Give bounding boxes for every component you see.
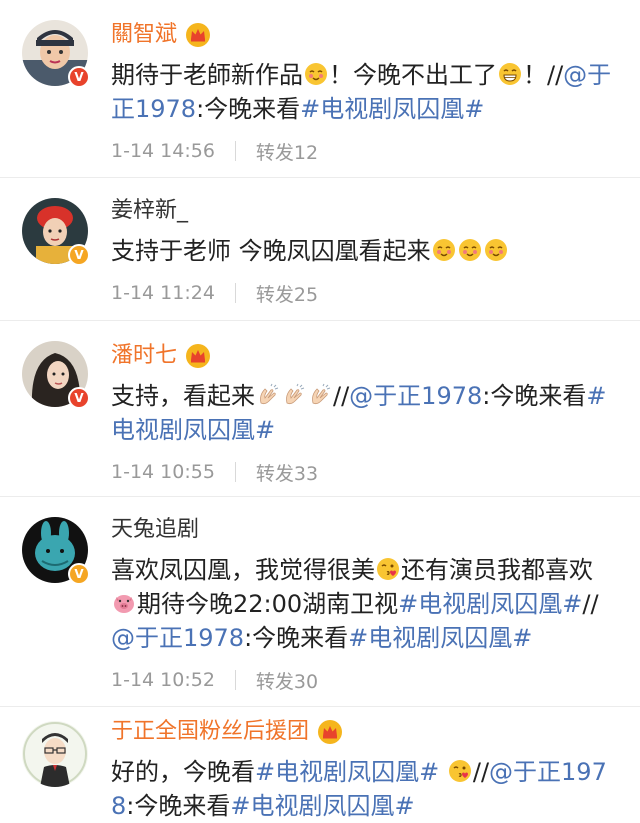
hashtag-link[interactable]: #电视剧凤囚凰# xyxy=(348,624,532,652)
comment-item[interactable]: 于正全国粉丝后援团 好的，今晚看#电视剧凤囚凰# //@于正1978:今晚来看#… xyxy=(0,707,640,821)
avatar[interactable]: V xyxy=(22,20,90,88)
verified-badge-icon: V xyxy=(68,66,90,88)
username[interactable]: 姜梓新_ xyxy=(111,196,188,226)
divider xyxy=(234,462,236,482)
content-text: // xyxy=(333,382,350,410)
content-text: ！// xyxy=(523,61,564,89)
repost-count[interactable]: 转发12 xyxy=(256,138,318,165)
repost-count[interactable]: 转发30 xyxy=(256,667,318,694)
content-text: 期待于老師新作品 xyxy=(111,61,303,89)
timestamp: 1-14 14:56 xyxy=(111,140,215,162)
blush-emoji-icon xyxy=(432,239,455,261)
repost-count[interactable]: 转发25 xyxy=(256,280,318,307)
username[interactable]: 潘时七 xyxy=(111,341,177,371)
hashtag-link[interactable]: #电视剧凤囚凰# xyxy=(230,792,414,820)
hashtag-link[interactable]: #电视剧凤囚凰# xyxy=(300,95,484,123)
comment-item[interactable]: V 潘时七 支持，看起来//@于正1978:今晚来看#电视剧凤囚凰# 1-14 … xyxy=(0,321,640,497)
comment-item[interactable]: V 關智斌 期待于老師新作品 ！今晚不出工了 ！//@于正1978:今晚来看#电视剧… xyxy=(0,0,640,178)
content-text: :今晚来看 xyxy=(244,624,349,652)
mention-link[interactable]: @于正1978 xyxy=(349,382,482,410)
comment-feed: V 關智斌 期待于老師新作品 ！今晚不出工了 ！//@于正1978:今晚来看#电视剧… xyxy=(0,0,640,821)
blush-emoji-icon xyxy=(484,239,507,261)
content-text: 支持，看起来 xyxy=(111,382,255,410)
content-text: 喜欢凤囚凰，我觉得很美 xyxy=(111,556,375,584)
comment-text: 喜欢凤囚凰，我觉得很美 还有演员我都喜欢期待今晚22:00湖南卫视#电视剧凤囚凰#… xyxy=(111,553,616,655)
username[interactable]: 于正全国粉丝后援团 xyxy=(111,717,309,747)
verified-badge-icon: V xyxy=(68,387,90,409)
pig-emoji-icon xyxy=(114,595,134,613)
clap-emoji-icon xyxy=(312,383,331,405)
content-text: 支持于老师 今晚凤囚凰看起来 xyxy=(111,237,431,265)
repost-count[interactable]: 转发33 xyxy=(256,459,318,486)
grin-emoji-icon xyxy=(499,63,521,85)
blush-emoji-icon xyxy=(305,63,327,85)
hashtag-link[interactable]: #电视剧凤囚凰# xyxy=(255,758,439,786)
timestamp: 1-14 10:52 xyxy=(111,669,215,691)
comment-item[interactable]: V 姜梓新_ 支持于老师 今晚凤囚凰看起来 1-14 11:24 转发25 xyxy=(0,178,640,321)
blush-emoji-icon xyxy=(458,239,481,261)
content-text: // xyxy=(582,590,599,618)
content-text: // xyxy=(472,758,490,786)
kiss-emoji-icon xyxy=(448,760,471,782)
comment-text: 好的，今晚看#电视剧凤囚凰# //@于正1978:今晚来看#电视剧凤囚凰# xyxy=(111,755,616,823)
clap-emoji-icon xyxy=(286,383,305,405)
content-text: ！今晚不出工了 xyxy=(329,61,497,89)
verified-badge-icon: V xyxy=(68,563,90,585)
avatar[interactable]: V xyxy=(22,341,90,409)
avatar[interactable]: V xyxy=(22,517,90,585)
comment-item[interactable]: V 天兔追剧 喜欢凤囚凰，我觉得很美 还有演员我都喜欢期待今晚22:00湖南卫视#… xyxy=(0,497,640,707)
cartoon-man-avatar-icon xyxy=(22,721,88,787)
content-text: 期待今晚22:00湖南卫视 xyxy=(137,590,399,618)
username[interactable]: 關智斌 xyxy=(111,20,177,50)
avatar[interactable]: V xyxy=(22,198,90,266)
hashtag-link[interactable]: #电视剧凤囚凰# xyxy=(398,590,582,618)
vip-crown-icon xyxy=(186,23,211,47)
verified-badge-icon: V xyxy=(68,244,90,266)
comment-text: 支持，看起来//@于正1978:今晚来看#电视剧凤囚凰# xyxy=(111,379,616,447)
divider xyxy=(234,141,236,161)
comment-text: 期待于老師新作品 ！今晚不出工了 ！//@于正1978:今晚来看#电视剧凤囚凰# xyxy=(111,58,616,126)
comment-text: 支持于老师 今晚凤囚凰看起来 xyxy=(111,234,616,268)
content-text: 好的，今晚看 xyxy=(111,758,255,786)
content-text xyxy=(439,758,447,786)
avatar[interactable] xyxy=(22,721,88,787)
timestamp: 1-14 11:24 xyxy=(111,282,215,304)
username[interactable]: 天兔追剧 xyxy=(111,515,199,545)
timestamp: 1-14 10:55 xyxy=(111,461,215,483)
divider xyxy=(234,283,236,303)
divider xyxy=(234,670,236,690)
content-text: 还有演员我都喜欢 xyxy=(401,556,593,584)
vip-crown-icon xyxy=(318,720,343,744)
mention-link[interactable]: @于正1978 xyxy=(111,624,244,652)
kiss-emoji-icon xyxy=(377,558,399,580)
content-text: :今晚来看 xyxy=(196,95,301,123)
vip-crown-icon xyxy=(186,344,211,368)
content-text: :今晚来看 xyxy=(126,792,231,820)
clap-emoji-icon xyxy=(260,383,279,405)
content-text: :今晚来看 xyxy=(482,382,587,410)
